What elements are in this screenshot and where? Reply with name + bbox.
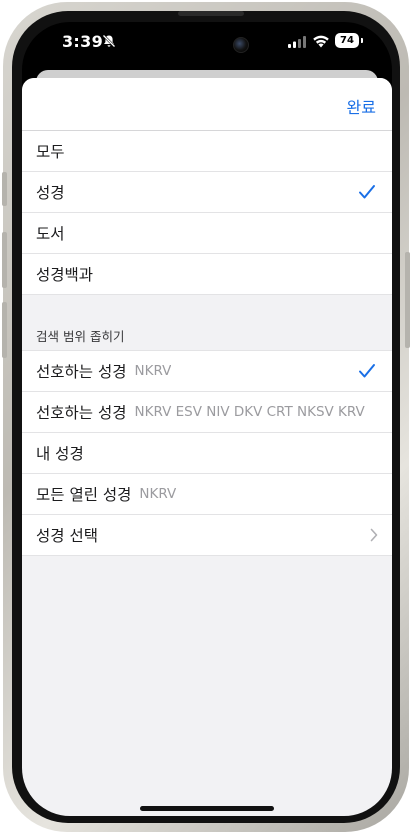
battery-icon: 74 bbox=[335, 33, 359, 48]
narrow-option-detail: NKRV bbox=[134, 363, 172, 379]
narrow-option-detail: NKRV bbox=[139, 486, 177, 502]
narrow-option-preferred-bible[interactable]: 선호하는 성경 NKRV bbox=[22, 351, 392, 392]
search-scope-sheet: 완료 모두 성경 도서 성경백과 검색 범위 좁히기 선호하는 성경 NKRV … bbox=[22, 78, 392, 816]
speaker-grille bbox=[178, 11, 244, 16]
scope-option-label: 성경백과 bbox=[36, 266, 94, 284]
done-button[interactable]: 완료 bbox=[347, 94, 376, 118]
narrow-option-detail: NKRV ESV NIV DKV CRT NKSV KRV bbox=[134, 404, 365, 420]
scope-option-encyclopedia[interactable]: 성경백과 bbox=[22, 254, 392, 295]
volume-up-button bbox=[2, 232, 7, 288]
cellular-signal-icon bbox=[288, 36, 306, 48]
narrow-option-select-bible[interactable]: 성경 선택 bbox=[22, 515, 392, 556]
narrow-option-all-open-bibles[interactable]: 모든 열린 성경 NKRV bbox=[22, 474, 392, 515]
narrow-option-label: 성경 선택 bbox=[36, 527, 98, 545]
scope-option-label: 성경 bbox=[36, 184, 65, 202]
status-bar: 3:39 74 bbox=[22, 22, 392, 66]
narrow-option-label: 선호하는 성경 bbox=[36, 404, 127, 422]
scope-options-list: 모두 성경 도서 성경백과 bbox=[22, 131, 392, 295]
volume-down-button bbox=[2, 302, 7, 358]
narrow-option-label: 모든 열린 성경 bbox=[36, 486, 132, 504]
chevron-right-icon bbox=[370, 528, 378, 542]
scope-option-bible[interactable]: 성경 bbox=[22, 172, 392, 213]
narrow-search-section-title: 검색 범위 좁히기 bbox=[36, 329, 125, 344]
home-indicator[interactable] bbox=[140, 806, 274, 811]
narrow-option-label: 선호하는 성경 bbox=[36, 363, 127, 381]
status-time: 3:39 bbox=[62, 32, 103, 51]
phone-screen: 3:39 74 완료 모두 성경 도서 성경백과 검색 범위 좁히기 선호하는 … bbox=[22, 22, 392, 816]
narrow-search-list: 선호하는 성경 NKRV 선호하는 성경 NKRV ESV NIV DKV CR… bbox=[22, 350, 392, 556]
checkmark-icon bbox=[359, 185, 375, 199]
narrow-option-my-bible[interactable]: 내 성경 bbox=[22, 433, 392, 474]
scope-option-label: 모두 bbox=[36, 143, 65, 161]
wifi-icon bbox=[313, 35, 329, 48]
battery-tip bbox=[361, 38, 363, 43]
sheet-header: 완료 bbox=[22, 78, 392, 131]
narrow-option-label: 내 성경 bbox=[36, 445, 84, 463]
narrow-option-preferred-bibles-all[interactable]: 선호하는 성경 NKRV ESV NIV DKV CRT NKSV KRV bbox=[22, 392, 392, 433]
scope-option-all[interactable]: 모두 bbox=[22, 131, 392, 172]
bell-slash-icon bbox=[102, 34, 116, 48]
power-button bbox=[405, 252, 410, 348]
checkmark-icon bbox=[359, 364, 375, 378]
action-button bbox=[2, 172, 7, 206]
scope-option-books[interactable]: 도서 bbox=[22, 213, 392, 254]
scope-option-label: 도서 bbox=[36, 225, 65, 243]
front-camera bbox=[233, 37, 249, 53]
